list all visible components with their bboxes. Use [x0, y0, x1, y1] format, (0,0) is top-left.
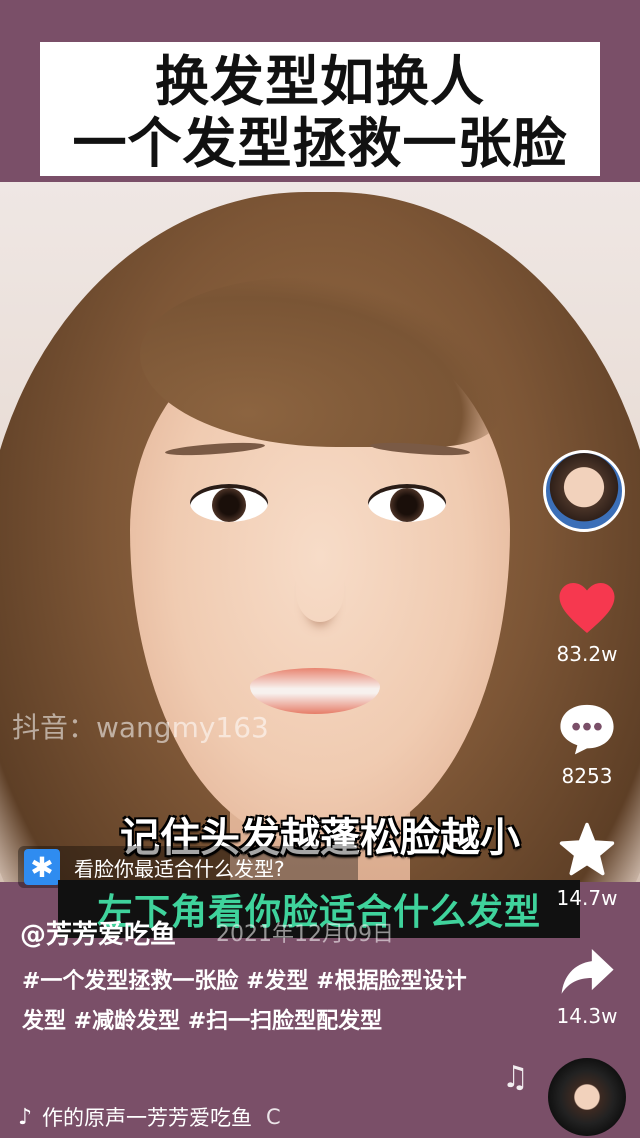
- nose-illustration: [296, 562, 344, 622]
- comment-icon: [560, 704, 614, 755]
- share-count: 14.3w: [556, 1004, 618, 1028]
- creator-avatar[interactable]: [543, 450, 625, 532]
- like-count: 83.2w: [556, 642, 618, 666]
- heart-icon: [559, 583, 615, 633]
- title-banner: 换发型如换人 一个发型拯救一张脸: [40, 42, 600, 176]
- video-frame: 抖音：wangmy163: [0, 182, 640, 882]
- favorite-button[interactable]: 14.7w: [550, 822, 624, 910]
- title-line-2: 一个发型拯救一张脸: [72, 112, 568, 175]
- comment-button[interactable]: 8253: [550, 702, 624, 788]
- video-screen[interactable]: 抖音：wangmy163 换发型如换人 一个发型拯救一张脸 记住头发越蓬松脸越小…: [0, 0, 640, 1138]
- music-title: 作的原声一芳芳爱吃鱼: [42, 1106, 253, 1130]
- share-button[interactable]: 14.3w: [550, 946, 624, 1028]
- music-extra: C: [266, 1105, 281, 1129]
- author-name[interactable]: @芳芳爱吃鱼: [20, 914, 176, 951]
- title-line-1: 换发型如换人: [155, 50, 485, 113]
- music-info[interactable]: ♪ 作的原声一芳芳爱吃鱼 C: [18, 1102, 281, 1132]
- right-eye: [368, 484, 446, 522]
- watermark: 抖音：wangmy163: [12, 711, 269, 744]
- favorite-count: 14.7w: [556, 886, 618, 910]
- hint-text: 看脸你最适合什么发型?: [74, 856, 285, 881]
- asterisk-search-icon: ✱: [24, 849, 60, 885]
- share-icon: [561, 949, 614, 994]
- music-disc[interactable]: [548, 1058, 626, 1136]
- comment-count: 8253: [561, 764, 613, 788]
- left-eye: [190, 484, 268, 522]
- tiktok-note-icon: ♪: [18, 1104, 33, 1130]
- star-icon: [559, 822, 615, 876]
- like-button[interactable]: 83.2w: [550, 580, 624, 666]
- floating-music-note-icon: ♫: [502, 1060, 529, 1095]
- video-description[interactable]: #一个发型拯救一张脸 #发型 #根据脸型设计发型 #减龄发型 #扫一扫脸型配发型: [22, 962, 472, 1042]
- post-date: 2021年12月09日: [216, 922, 394, 947]
